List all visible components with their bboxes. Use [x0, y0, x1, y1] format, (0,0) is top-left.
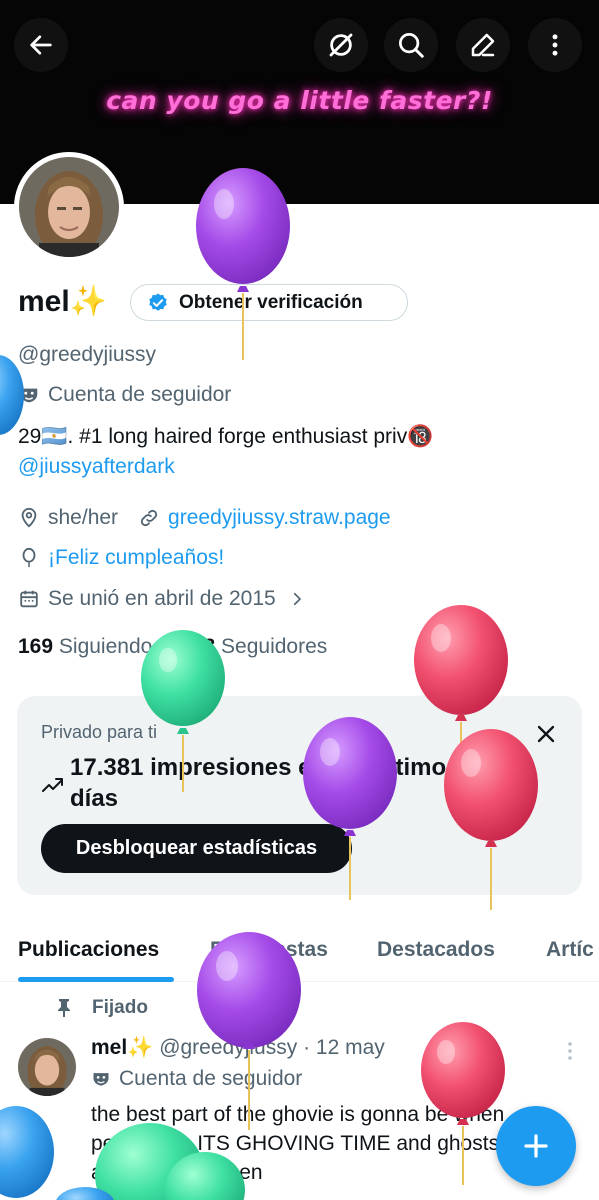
followers-link[interactable]: 618 Seguidores — [180, 635, 327, 658]
post-author-handle[interactable]: @greedyjiussy — [159, 1036, 297, 1059]
impressions-line-2: días — [70, 785, 119, 812]
followers-label: Seguidores — [221, 635, 328, 658]
tab-respuestas[interactable]: Respuestas — [210, 938, 328, 962]
calendar-icon — [20, 590, 38, 608]
more-options-button[interactable] — [528, 18, 582, 72]
pronouns: she/her — [48, 506, 119, 529]
website-link[interactable]: greedyjiussy.straw.page — [168, 506, 391, 530]
impressions-text: 17.381 impresiones en los últimos 7 días — [70, 752, 570, 814]
tab-articulos[interactable]: Artíc — [546, 938, 594, 962]
search-button[interactable] — [384, 18, 438, 72]
location-icon — [21, 507, 37, 528]
post-author-name[interactable]: mel✨ — [91, 1036, 153, 1059]
following-link[interactable]: 169 Siguiendo — [18, 635, 152, 658]
following-label: Siguiendo — [58, 635, 153, 658]
get-verified-label: Obtener verificación — [179, 291, 363, 313]
private-label: Privado para ti — [41, 722, 158, 742]
plus-icon — [524, 1134, 548, 1158]
pin-icon — [58, 999, 70, 1017]
post-date: · 12 may — [303, 1036, 385, 1059]
post-account-type-label: Cuenta de seguidor — [119, 1067, 303, 1090]
active-tab-indicator — [18, 977, 174, 982]
bio-text: 29🇦🇷. #1 long haired forge enthusiast pr… — [18, 425, 434, 448]
trend-icon — [42, 778, 63, 792]
impressions-line-1: 17.381 impresiones en los últimos 7 — [70, 754, 480, 781]
profile-meta-row: she/her greedyjiussy.straw.page — [18, 506, 391, 530]
profile-tabs: Publicaciones Respuestas Destacados Artí… — [0, 920, 599, 982]
account-type: Cuenta de seguidor — [18, 383, 231, 407]
tab-publicaciones[interactable]: Publicaciones — [18, 938, 159, 962]
post-text: the best part of the ghovie is gonna be … — [91, 1103, 505, 1184]
hide-button[interactable] — [314, 18, 368, 72]
post-more-icon[interactable] — [560, 1040, 580, 1062]
mask-icon — [20, 388, 38, 403]
banner-text: can you go a little faster?! — [106, 86, 493, 115]
mask-icon — [93, 1073, 109, 1086]
back-button[interactable] — [14, 18, 68, 72]
account-type-label: Cuenta de seguidor — [48, 383, 232, 406]
follow-counts: 169 Siguiendo 618 Seguidores — [18, 635, 327, 659]
get-verified-button[interactable]: Obtener verificación — [130, 284, 408, 321]
hide-icon — [329, 33, 353, 57]
bio-link[interactable]: @jiussyafterdark — [18, 455, 433, 479]
edit-icon — [471, 33, 495, 57]
post-avatar[interactable] — [18, 1038, 76, 1096]
avatar-photo — [19, 157, 119, 257]
close-icon[interactable] — [534, 722, 558, 746]
pinned-label: Fijado — [92, 997, 148, 1018]
profile-bio: 29🇦🇷. #1 long haired forge enthusiast pr… — [18, 425, 433, 479]
joined-row[interactable]: Se unió en abril de 2015 — [18, 587, 306, 611]
profile-name: mel✨ — [18, 285, 108, 318]
unlock-stats-button[interactable]: Desbloquear estadísticas — [41, 824, 352, 873]
balloon-blue-2 — [0, 1106, 54, 1198]
balloon-blue-3 — [56, 1187, 114, 1200]
search-icon — [399, 33, 424, 58]
post-header: mel✨ @greedyjiussy · 12 may — [91, 1036, 385, 1060]
analytics-card: Privado para ti 17.381 impresiones en lo… — [17, 696, 582, 895]
pinned-label-row: Fijado — [56, 997, 148, 1019]
birthday-label[interactable]: ¡Feliz cumpleaños! — [48, 546, 224, 570]
edit-button[interactable] — [456, 18, 510, 72]
profile-avatar[interactable] — [14, 152, 124, 262]
more-vertical-icon — [552, 34, 558, 56]
post-avatar-photo — [18, 1038, 76, 1096]
tab-destacados[interactable]: Destacados — [377, 938, 495, 962]
post-account-type: Cuenta de seguidor — [91, 1067, 302, 1091]
verified-badge-icon — [149, 292, 167, 311]
joined-label: Se unió en abril de 2015 — [48, 587, 276, 610]
birthday-row: ¡Feliz cumpleaños! — [18, 546, 224, 570]
link-icon — [140, 509, 158, 527]
followers-count: 618 — [180, 635, 216, 658]
back-arrow-icon — [30, 35, 52, 55]
chevron-right-icon — [293, 592, 301, 606]
balloon-icon — [22, 547, 36, 568]
compose-button[interactable] — [496, 1106, 576, 1186]
profile-handle: @greedyjiussy — [18, 343, 157, 366]
following-count: 169 — [18, 635, 54, 658]
